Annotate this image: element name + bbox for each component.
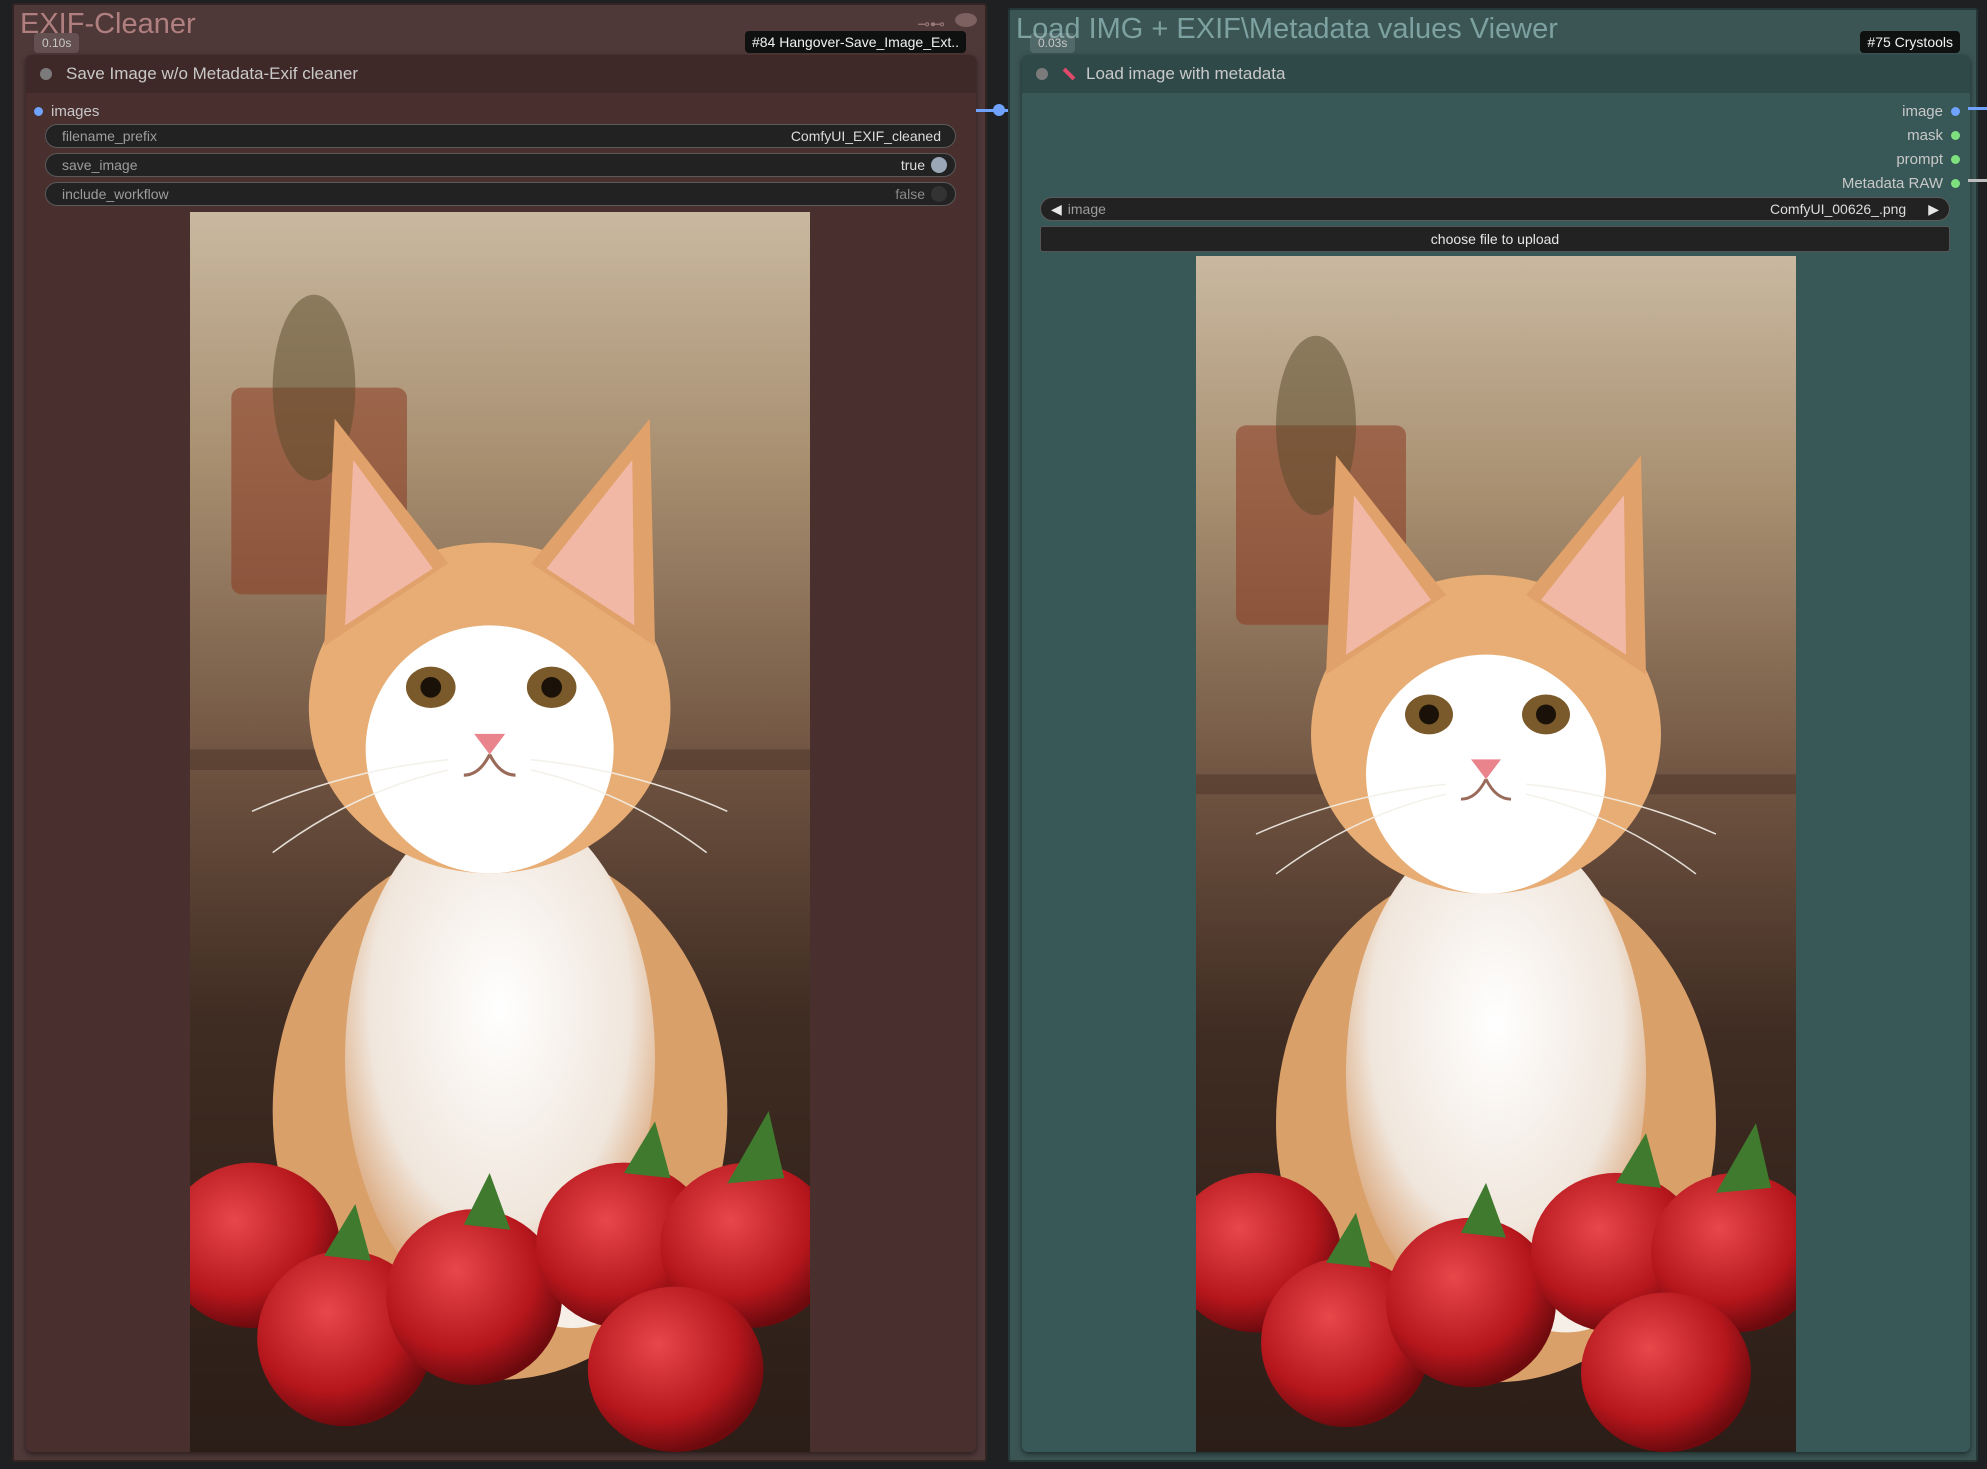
output-dot-icon[interactable] (1951, 131, 1960, 140)
toggle-off-icon[interactable] (931, 186, 947, 202)
left-node-badge: #84 Hangover-Save_Image_Ext.. (744, 31, 966, 53)
left-node-time: 0.10s (34, 33, 80, 53)
images-input-slot[interactable]: images (34, 103, 99, 120)
left-image-preview (190, 212, 810, 1452)
mask-output-label: mask (1907, 127, 1943, 144)
image-combo-label: image (1067, 201, 1106, 217)
save-image-label: save_image (62, 157, 138, 173)
output-dot-icon[interactable] (1951, 155, 1960, 164)
image-combo[interactable]: ◀ image ComfyUI_00626_.png ▶ (1040, 197, 1950, 221)
left-node-title: Save Image w/o Metadata-Exif cleaner (66, 64, 358, 83)
output-dot-icon[interactable] (1951, 107, 1960, 116)
image-output-slot[interactable]: image (1902, 103, 1960, 120)
right-node-header[interactable]: Load image with metadata (1022, 55, 1970, 93)
kitten-with-strawberries-image (1196, 256, 1796, 1452)
right-group-title: Load IMG + EXIF\Metadata values Viewer (1016, 13, 1558, 45)
metadata-raw-output-slot[interactable]: Metadata RAW (1842, 175, 1960, 192)
toggle-on-icon[interactable] (931, 157, 947, 173)
arrow-right-icon[interactable]: ▶ (1928, 201, 1939, 218)
right-node-time: 0.03s (1030, 33, 1076, 53)
right-image-preview (1196, 256, 1796, 1452)
save-image-node[interactable]: 0.10s #84 Hangover-Save_Image_Ext.. Save… (26, 31, 976, 1452)
filename-prefix-label: filename_prefix (62, 128, 157, 144)
images-slot-label: images (51, 103, 100, 120)
input-dot-icon[interactable] (34, 107, 43, 116)
group-eye-icon[interactable] (955, 13, 977, 27)
filename-prefix-input[interactable]: filename_prefix ComfyUI_EXIF_cleaned (45, 124, 956, 148)
prompt-output-label: prompt (1896, 151, 1943, 168)
image-combo-value: ComfyUI_00626_.png (1770, 201, 1907, 217)
image-output-label: image (1902, 103, 1943, 120)
include-workflow-label: include_workflow (62, 186, 169, 202)
include-workflow-value: false (895, 186, 925, 202)
prompt-output-slot[interactable]: prompt (1896, 151, 1960, 168)
arrow-left-icon[interactable]: ◀ (1051, 201, 1062, 218)
kitten-with-strawberries-image (190, 212, 810, 1452)
output-link-stub[interactable] (1968, 179, 1987, 182)
left-node-header[interactable]: Save Image w/o Metadata-Exif cleaner (26, 55, 976, 93)
collapse-dot-icon[interactable] (1036, 68, 1048, 80)
mask-output-slot[interactable]: mask (1907, 127, 1960, 144)
save-image-toggle[interactable]: save_image true (45, 153, 956, 177)
load-image-node[interactable]: 0.03s #75 Crystools Load image with meta… (1022, 31, 1970, 1452)
choose-file-button[interactable]: choose file to upload (1040, 226, 1950, 252)
right-node-badge: #75 Crystools (1860, 31, 1960, 53)
link-midpoint-icon[interactable] (993, 104, 1005, 116)
right-node-title: Load image with metadata (1086, 64, 1286, 83)
output-link-stub[interactable] (1968, 107, 1987, 110)
brush-icon (1062, 67, 1076, 81)
metadata-raw-output-label: Metadata RAW (1841, 175, 1943, 192)
collapse-dot-icon[interactable] (40, 68, 52, 80)
include-workflow-toggle[interactable]: include_workflow false (45, 182, 956, 206)
filename-prefix-value[interactable]: ComfyUI_EXIF_cleaned (791, 128, 941, 144)
save-image-value: true (900, 157, 925, 173)
output-dot-icon[interactable] (1951, 179, 1960, 188)
